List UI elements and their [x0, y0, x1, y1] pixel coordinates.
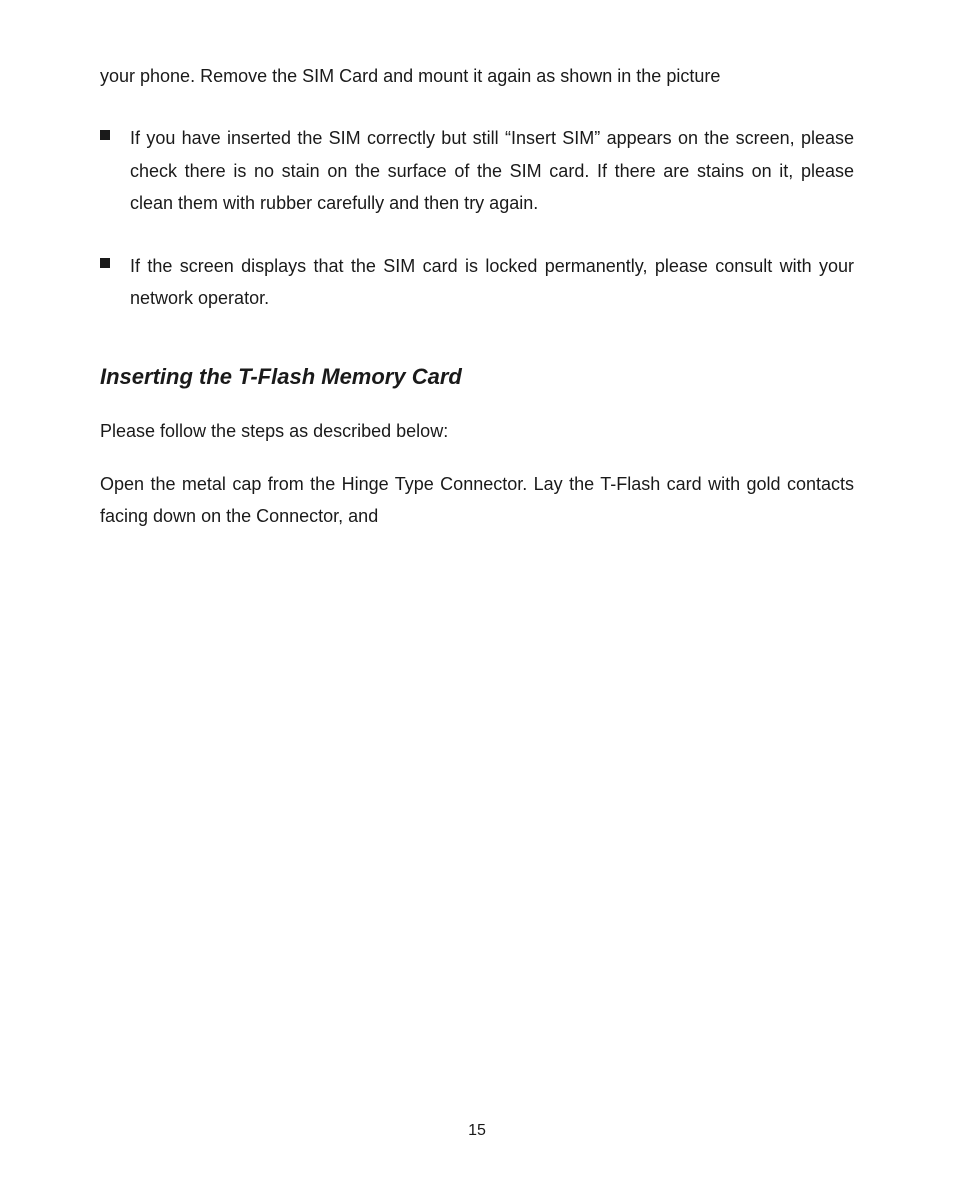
list-item: If you have inserted the SIM correctly b… — [100, 122, 854, 219]
list-item: If the screen displays that the SIM card… — [100, 250, 854, 315]
bullet-icon — [100, 130, 110, 140]
page-number: 15 — [468, 1122, 486, 1140]
section-paragraph-1: Please follow the steps as described bel… — [100, 415, 854, 447]
bullet-text-1: If you have inserted the SIM correctly b… — [130, 122, 854, 219]
section-heading: Inserting the T-Flash Memory Card — [100, 364, 854, 390]
intro-text: your phone. Remove the SIM Card and moun… — [100, 60, 854, 92]
bullet-list: If you have inserted the SIM correctly b… — [100, 122, 854, 314]
section-paragraph-2: Open the metal cap from the Hinge Type C… — [100, 468, 854, 533]
page: your phone. Remove the SIM Card and moun… — [0, 0, 954, 1190]
bullet-text-2: If the screen displays that the SIM card… — [130, 250, 854, 315]
bullet-icon — [100, 258, 110, 268]
